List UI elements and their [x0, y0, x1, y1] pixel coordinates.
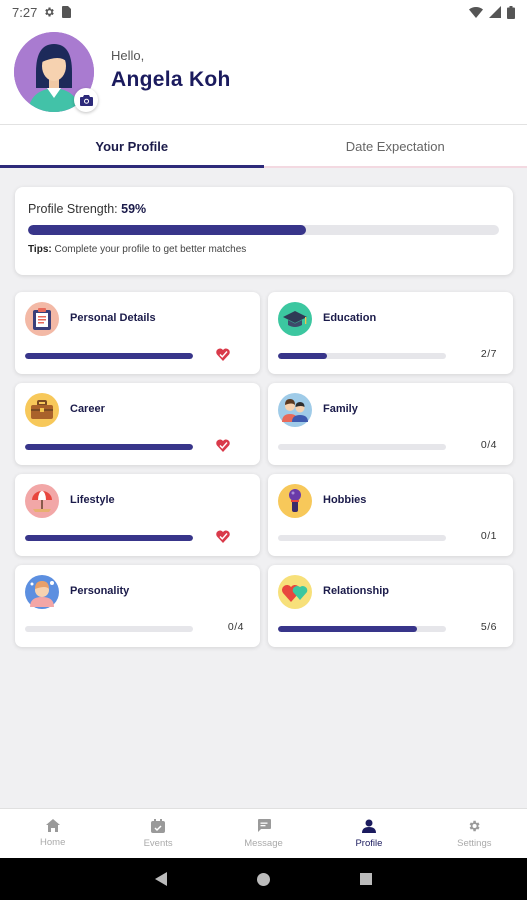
section-label: Relationship — [323, 585, 390, 597]
chat-bubble-icon — [257, 818, 271, 832]
heart-check-icon — [216, 530, 230, 543]
section-card-personal-details[interactable]: Personal Details — [15, 292, 260, 374]
battery-icon — [507, 5, 515, 19]
nav-item-message[interactable]: Message — [211, 809, 316, 858]
person-thinking-icon — [25, 575, 59, 609]
status-bar: 7:27 — [0, 0, 527, 24]
profile-strength-value: 59% — [121, 202, 147, 216]
android-navigation-bar — [0, 858, 527, 900]
graduation-cap-icon — [278, 302, 312, 336]
status-time: 7:27 — [12, 4, 38, 20]
greeting-text: Hello, — [111, 48, 145, 63]
section-progress-bar — [278, 535, 446, 541]
section-progress-fill — [25, 353, 193, 359]
section-progress-fill — [25, 444, 193, 450]
nav-item-events[interactable]: Events — [105, 809, 210, 858]
section-card-family[interactable]: Family 0/4 — [268, 383, 513, 465]
tips-message: Complete your profile to get better matc… — [54, 244, 247, 255]
hearts-icon — [278, 575, 312, 609]
microphone-icon — [278, 484, 312, 518]
profile-header: Hello, Angela Koh — [0, 24, 527, 124]
home-circle-icon[interactable] — [257, 872, 270, 886]
section-card-hobbies[interactable]: Hobbies 0/1 — [268, 474, 513, 556]
section-progress-fill — [278, 626, 418, 632]
avatar-container[interactable] — [14, 32, 98, 114]
heart-check-icon — [216, 348, 230, 361]
section-card-personality[interactable]: Personality 0/4 — [15, 565, 260, 647]
section-label: Family — [323, 403, 358, 415]
profile-strength-label: Profile Strength: 59% — [28, 202, 500, 216]
profile-strength-bar-fill — [28, 225, 306, 235]
recents-icon[interactable] — [360, 873, 372, 885]
section-count: 0/4 — [227, 621, 244, 633]
nav-item-profile[interactable]: Profile — [316, 809, 421, 858]
profile-strength-card: Profile Strength: 59% Tips: Complete you… — [15, 187, 513, 275]
beach-umbrella-icon — [25, 484, 59, 518]
section-card-lifestyle[interactable]: Lifestyle — [15, 474, 260, 556]
section-label: Education — [323, 312, 377, 324]
section-label: Career — [70, 403, 105, 415]
section-label: Personality — [70, 585, 130, 597]
nav-label-events: Events — [143, 837, 173, 849]
section-progress-bar — [278, 353, 446, 359]
wifi-icon — [469, 6, 483, 18]
home-icon — [45, 819, 60, 832]
family-icon — [278, 393, 312, 427]
section-card-career[interactable]: Career — [15, 383, 260, 465]
section-card-relationship[interactable]: Relationship 5/6 — [268, 565, 513, 647]
heart-check-icon — [216, 439, 230, 452]
calendar-icon — [151, 818, 166, 833]
nav-item-home[interactable]: Home — [0, 809, 105, 858]
section-count: 0/1 — [480, 530, 497, 542]
nav-label-profile: Profile — [355, 837, 383, 849]
section-progress-fill — [278, 353, 327, 359]
section-label: Personal Details — [70, 312, 156, 324]
tab-your-profile[interactable]: Your Profile — [0, 125, 264, 168]
person-icon — [361, 819, 376, 833]
nav-item-settings[interactable]: Settings — [422, 809, 527, 858]
section-progress-bar — [25, 444, 193, 450]
briefcase-icon — [25, 393, 59, 427]
section-count: 2/7 — [480, 348, 497, 360]
tips-label: Tips: — [28, 244, 52, 255]
section-label: Hobbies — [323, 494, 367, 506]
section-progress-bar — [278, 444, 446, 450]
sim-card-icon — [62, 6, 72, 18]
tips-text: Tips: Complete your profile to get bette… — [28, 244, 500, 255]
change-photo-button[interactable] — [74, 88, 98, 112]
back-icon[interactable] — [155, 872, 167, 886]
section-label: Lifestyle — [70, 494, 115, 506]
section-progress-bar — [278, 626, 446, 632]
bottom-navigation: Home Events Message Profile Settings — [0, 808, 527, 858]
section-progress-bar — [25, 626, 193, 632]
nav-label-home: Home — [40, 837, 66, 848]
cell-signal-icon — [489, 6, 501, 18]
section-count: 0/4 — [480, 439, 497, 451]
camera-icon — [79, 94, 93, 106]
section-progress-bar — [25, 353, 193, 359]
user-name: Angela Koh — [111, 68, 231, 91]
profile-strength-bar — [28, 225, 499, 235]
tab-date-expectation[interactable]: Date Expectation — [263, 125, 527, 168]
section-count: 5/6 — [480, 621, 497, 633]
nav-label-settings: Settings — [457, 837, 492, 849]
profile-strength-title: Profile Strength: — [28, 202, 118, 216]
nav-label-message: Message — [244, 837, 283, 849]
clipboard-icon — [25, 302, 59, 336]
profile-tabs: Your Profile Date Expectation — [0, 124, 527, 168]
gear-icon — [469, 820, 480, 831]
settings-gear-icon — [45, 7, 55, 17]
section-card-education[interactable]: Education 2/7 — [268, 292, 513, 374]
profile-sections-grid: Personal Details Education 2/7 Career Fa… — [15, 292, 513, 647]
section-progress-bar — [25, 535, 193, 541]
section-progress-fill — [25, 535, 193, 541]
